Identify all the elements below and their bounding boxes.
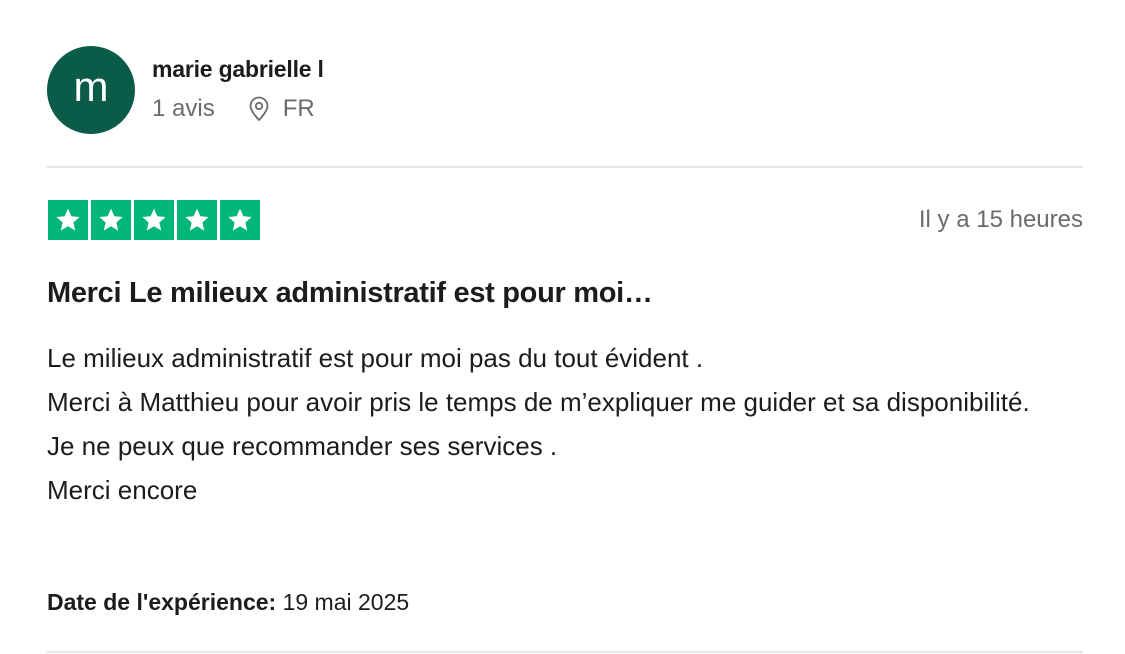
experience-label: Date de l'expérience: bbox=[47, 589, 277, 615]
review-card: m marie gabrielle l 1 avis FR Il y a 15 … bbox=[0, 0, 1125, 654]
star-icon bbox=[220, 200, 260, 240]
reviewer-header: m marie gabrielle l 1 avis FR bbox=[47, 46, 324, 134]
reviewer-meta: 1 avis FR bbox=[152, 94, 324, 124]
header-divider bbox=[47, 166, 1083, 168]
experience-date: Date de l'expérience: 19 mai 2025 bbox=[47, 587, 409, 617]
review-body-line: Merci à Matthieu pour avoir pris le temp… bbox=[47, 387, 1030, 417]
star-icon bbox=[48, 200, 88, 240]
star-icon bbox=[134, 200, 174, 240]
reviewer-name[interactable]: marie gabrielle l bbox=[152, 54, 324, 84]
avatar[interactable]: m bbox=[47, 46, 135, 134]
review-relative-date: Il y a 15 heures bbox=[918, 206, 1083, 233]
experience-value: 19 mai 2025 bbox=[282, 589, 410, 615]
location-pin-icon bbox=[247, 96, 271, 122]
reviewer-country: FR bbox=[282, 95, 315, 122]
star-rating bbox=[48, 200, 260, 240]
review-title[interactable]: Merci Le milieux administratif est pour … bbox=[47, 274, 653, 312]
reviewer-info: marie gabrielle l 1 avis FR bbox=[152, 54, 324, 124]
reviews-count: 1 avis bbox=[152, 95, 215, 122]
star-icon bbox=[177, 200, 217, 240]
avatar-letter: m bbox=[73, 63, 109, 110]
review-body-line: Je ne peux que recommander ses services … bbox=[47, 431, 558, 461]
star-icon bbox=[91, 200, 131, 240]
footer-divider bbox=[47, 651, 1083, 653]
review-body-line: Merci encore bbox=[47, 475, 198, 505]
review-body-line: Le milieux administratif est pour moi pa… bbox=[47, 343, 704, 373]
review-body: Le milieux administratif est pour moi pa… bbox=[47, 336, 1087, 512]
